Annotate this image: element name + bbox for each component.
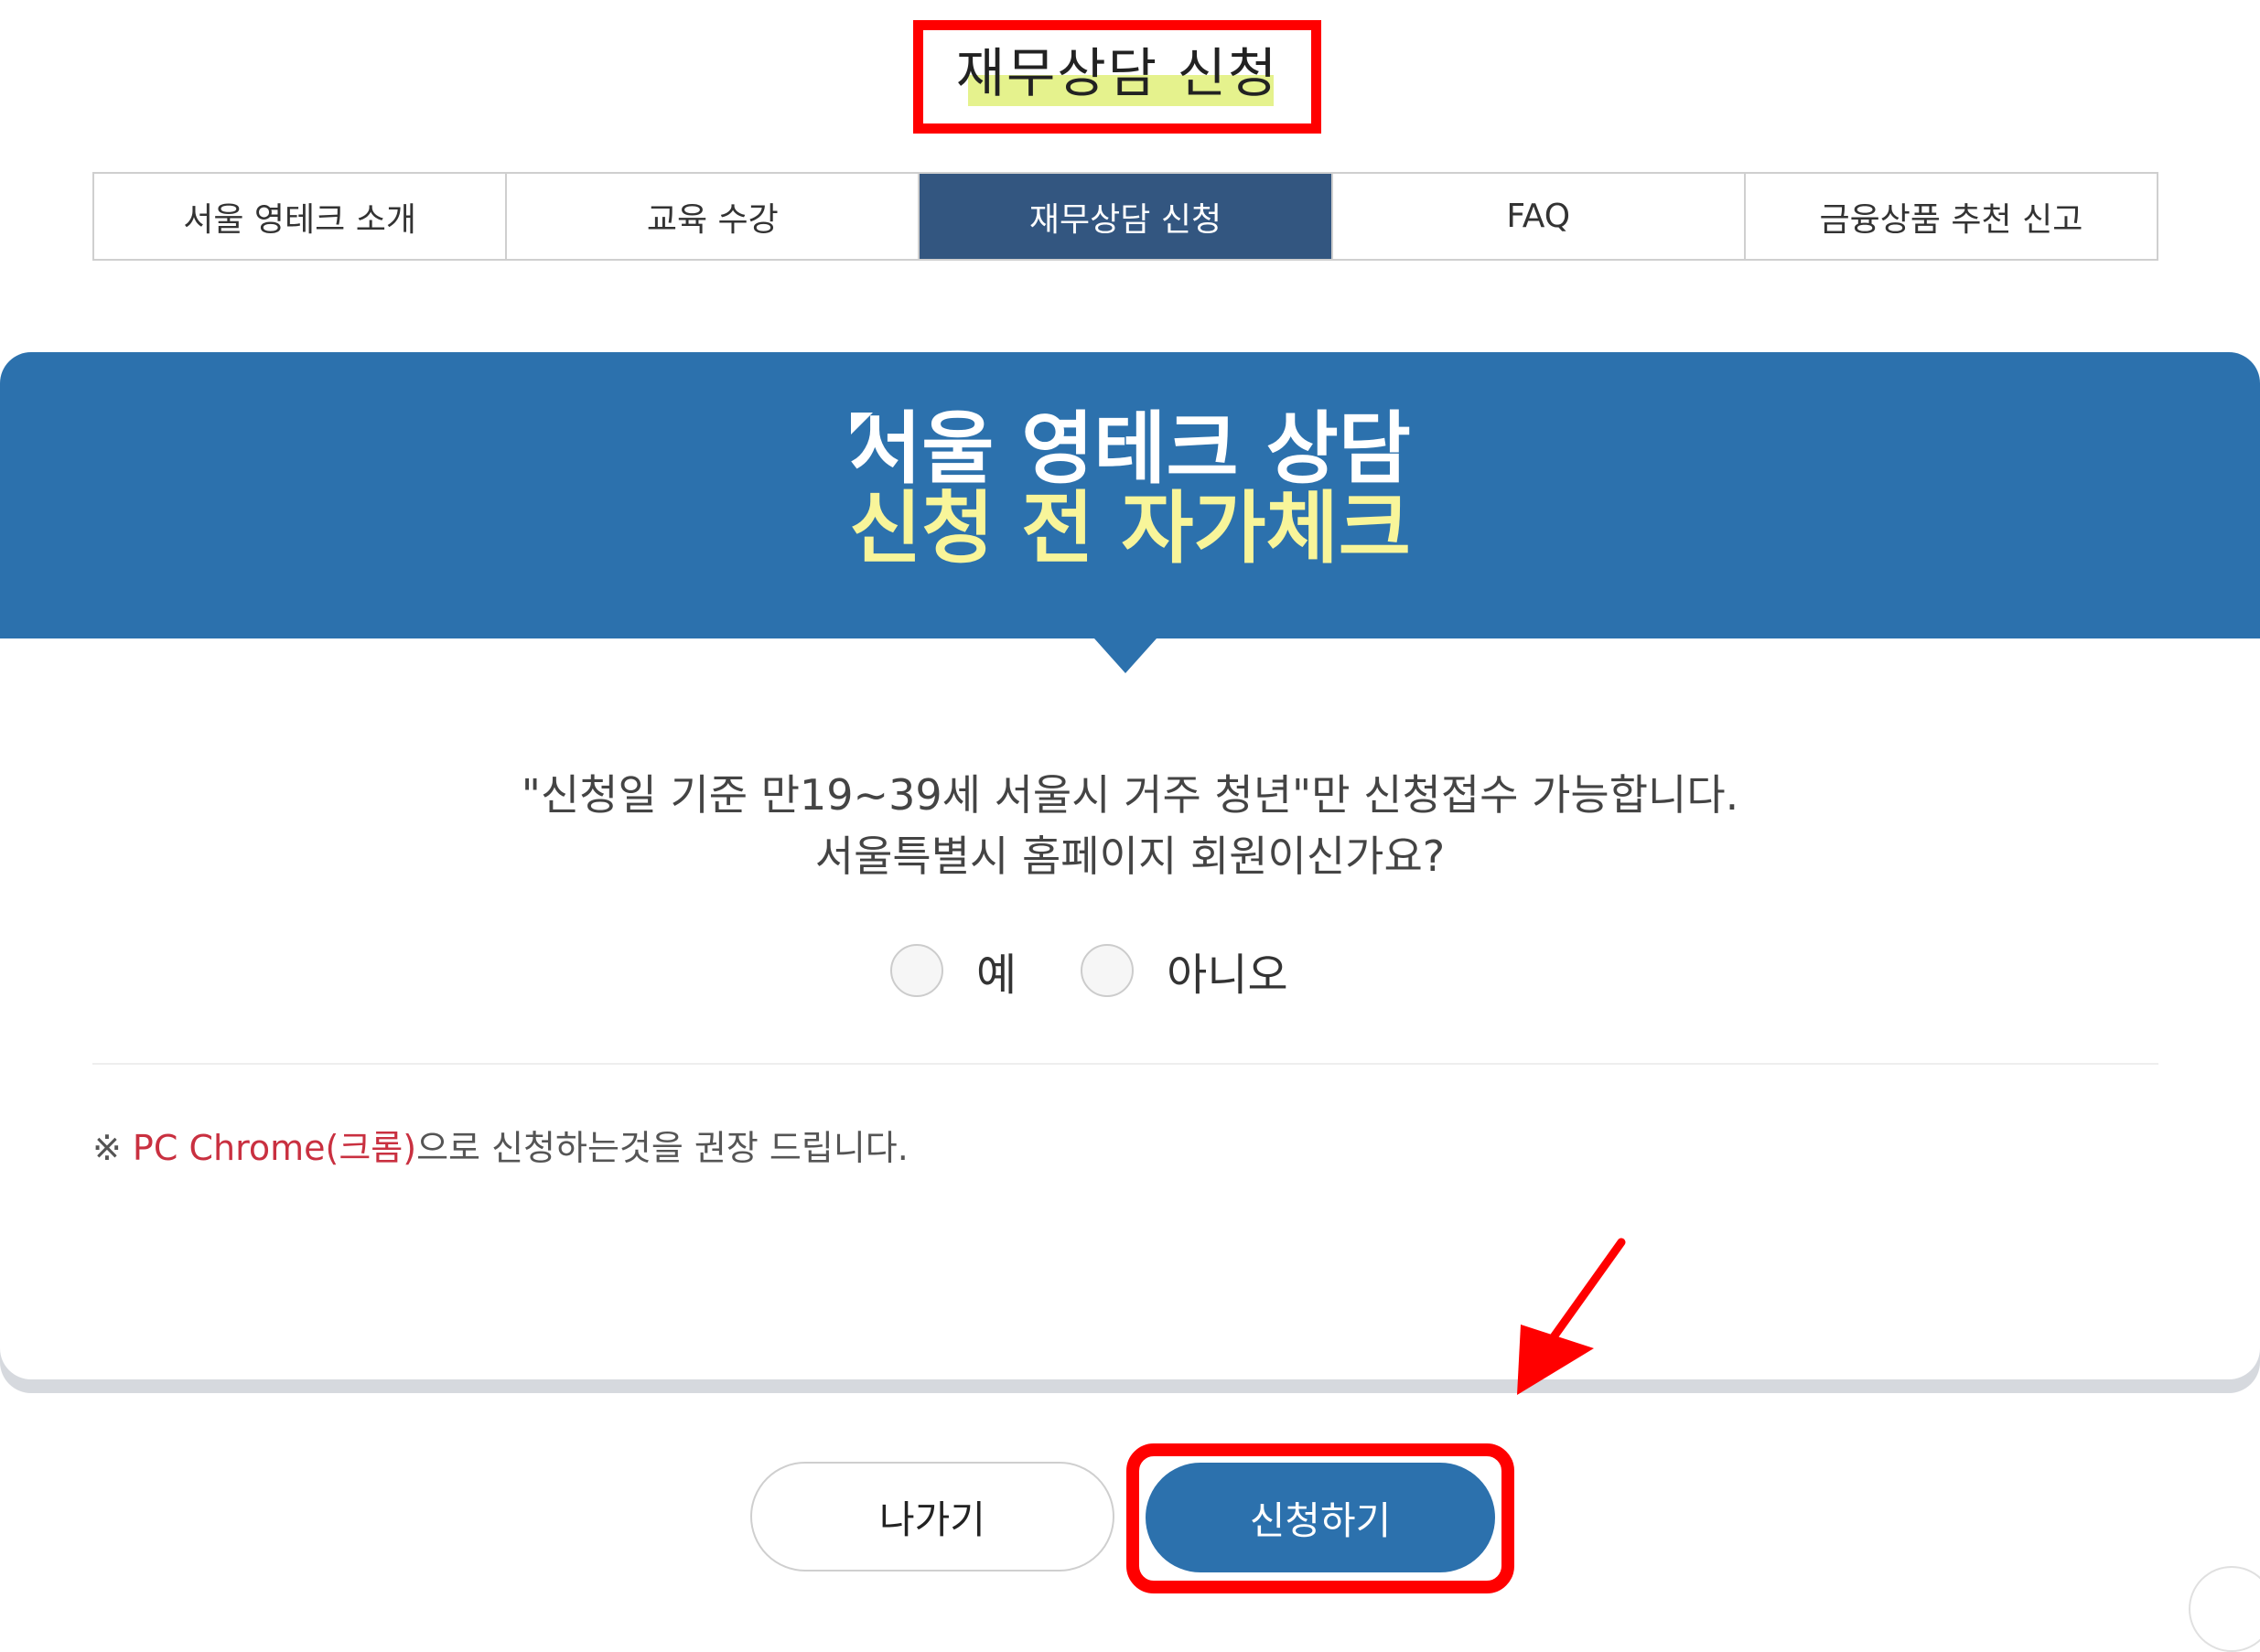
membership-question: 서울특별시 홈페이지 회원이신가요?	[814, 831, 1446, 881]
scroll-top-button[interactable]	[2189, 1566, 2260, 1652]
tab-faq[interactable]: FAQ	[1333, 174, 1746, 259]
banner-title: 서울 영테크 상담	[849, 403, 1411, 495]
option-no[interactable]: 아니오	[1081, 939, 1288, 1003]
tab-education[interactable]: 교육 수강	[507, 174, 920, 259]
banner-pointer	[1094, 638, 1157, 673]
radio-no[interactable]	[1081, 944, 1135, 997]
self-check-card: 서울 영테크 상담 신청 전 자가체크 "신청일 기준 만19~39세 서울시 …	[0, 352, 2260, 1379]
banner-subtitle: 신청 전 자가체크	[849, 483, 1411, 574]
banner: 서울 영테크 상담 신청 전 자가체크	[0, 352, 2260, 638]
apply-button[interactable]: 신청하기	[1146, 1463, 1495, 1572]
radio-yes[interactable]	[890, 944, 943, 997]
exit-button[interactable]: 나가기	[750, 1462, 1114, 1572]
note-prefix: ※	[92, 1128, 133, 1168]
note-suffix: 으로 신청하는것을 권장 드립니다.	[416, 1128, 909, 1168]
option-yes-label: 예	[976, 949, 1017, 1001]
option-no-label: 아니오	[1167, 949, 1288, 1001]
note-browser: PC Chrome(크롬)	[132, 1128, 417, 1168]
divider	[92, 1063, 2158, 1065]
page-title: 재무상담 신청	[955, 42, 1279, 104]
membership-options: 예 아니오	[890, 940, 1352, 1001]
tab-bar: 서울 영테크 소개 교육 수강 재무상담 신청 FAQ 금융상품 추천 신고	[92, 172, 2158, 261]
option-yes[interactable]: 예	[890, 939, 1017, 1003]
tab-report[interactable]: 금융상품 추천 신고	[1746, 174, 2157, 259]
annotation-arrow-icon	[1517, 1238, 1626, 1395]
browser-note: ※ PC Chrome(크롬)으로 신청하는것을 권장 드립니다.	[92, 1125, 909, 1171]
eligibility-text: "신청일 기준 만19~39세 서울시 거주 청년"만 신청접수 가능합니다.	[521, 770, 1739, 820]
tab-consultation[interactable]: 재무상담 신청	[920, 174, 1333, 259]
tab-intro[interactable]: 서울 영테크 소개	[94, 174, 508, 259]
